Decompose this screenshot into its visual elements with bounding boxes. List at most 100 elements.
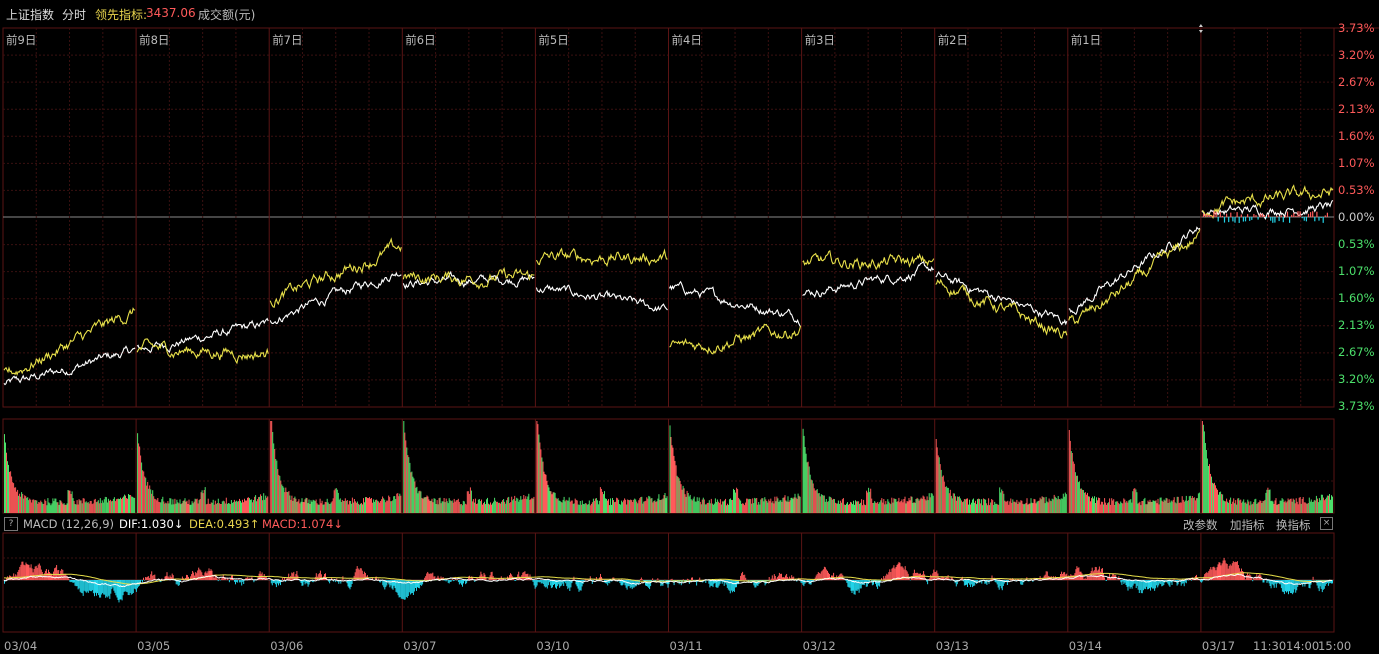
macd-bar xyxy=(967,580,968,587)
volume-bar xyxy=(1089,496,1090,513)
volume-bar xyxy=(867,492,869,513)
volume-bar xyxy=(323,504,325,513)
zero-bar xyxy=(1255,215,1257,217)
volume-bar xyxy=(584,503,586,513)
volume-bar xyxy=(693,496,695,513)
volume-bar xyxy=(372,502,374,513)
volume-bar xyxy=(674,460,676,513)
volume-bar xyxy=(881,498,883,513)
volume-bar xyxy=(1005,501,1007,513)
volume-bar xyxy=(131,496,133,513)
volume-bar xyxy=(340,502,342,513)
volume-bar xyxy=(457,498,459,513)
volume-bar xyxy=(521,499,523,513)
volume-bar xyxy=(139,446,141,513)
volume-bar xyxy=(331,501,333,513)
volume-bar xyxy=(298,499,300,513)
volume-bar xyxy=(596,500,598,513)
zero-bar xyxy=(1259,213,1261,217)
volume-bar xyxy=(532,498,534,513)
macd-bar xyxy=(450,580,452,582)
macd-bar xyxy=(146,577,148,580)
volume-bar xyxy=(65,504,67,513)
macd-bar xyxy=(542,580,544,584)
volume-bar xyxy=(655,501,657,513)
volume-bar xyxy=(493,501,495,513)
volume-bar xyxy=(821,494,823,513)
chart-mode[interactable]: 分时 xyxy=(62,6,86,23)
volume-bar xyxy=(1274,500,1276,513)
volume-bar xyxy=(529,499,531,513)
volume-bar xyxy=(880,500,882,513)
index-name[interactable]: 上证指数 xyxy=(6,6,54,23)
macd-bar xyxy=(776,577,778,580)
volume-bar xyxy=(451,500,453,513)
volume-bar xyxy=(804,447,806,513)
volume-bar xyxy=(69,490,71,513)
volume-bar xyxy=(9,471,10,513)
volume-bar xyxy=(507,497,509,513)
macd-bar xyxy=(304,580,306,585)
macd-bar xyxy=(772,578,774,580)
macd-bar xyxy=(76,580,78,587)
volume-bar xyxy=(1254,499,1256,513)
zero-bar xyxy=(1228,217,1230,223)
volume-bar xyxy=(953,493,955,513)
volume-bar xyxy=(986,503,988,513)
volume-bar xyxy=(271,421,273,513)
volume-bar xyxy=(990,502,992,513)
volume-bar xyxy=(180,504,182,513)
volume-bar xyxy=(232,502,234,513)
volume-bar xyxy=(511,496,513,513)
volume-bar xyxy=(87,502,89,513)
volume-bar xyxy=(875,502,877,513)
volume-bar xyxy=(619,504,621,513)
volume-bar xyxy=(1158,504,1160,513)
macd-bar xyxy=(131,580,133,594)
volume-bar xyxy=(735,492,736,513)
volume-bar xyxy=(842,498,844,513)
volume-bar xyxy=(394,496,396,513)
volume-bar xyxy=(140,455,142,513)
volume-bar xyxy=(1169,502,1171,513)
dif-value: DIF:1.030↓ xyxy=(119,517,184,531)
help-icon[interactable]: ? xyxy=(4,517,18,531)
macd-bar xyxy=(859,580,861,589)
volume-bar xyxy=(1039,497,1041,513)
macd-bar xyxy=(480,571,482,580)
volume-bar xyxy=(599,487,601,513)
volume-bar xyxy=(793,497,795,513)
change-params-button[interactable]: 改参数 xyxy=(1183,517,1218,533)
volume-bar xyxy=(37,503,39,513)
volume-bar xyxy=(1082,490,1084,513)
volume-bar xyxy=(576,500,578,513)
macd-name[interactable]: MACD (12,26,9) xyxy=(23,517,114,531)
volume-bar xyxy=(1191,496,1193,513)
volume-bar xyxy=(1322,497,1324,513)
volume-bar xyxy=(440,503,442,513)
volume-bar xyxy=(806,462,808,513)
volume-bar xyxy=(1317,502,1319,513)
volume-bar xyxy=(877,501,879,513)
volume-bar xyxy=(903,499,905,513)
volume-bar xyxy=(12,482,14,513)
switch-indicator-button[interactable]: 换指标 xyxy=(1276,517,1311,533)
volume-bar xyxy=(1262,501,1264,513)
volume-bar xyxy=(760,499,762,513)
volume-bar xyxy=(47,498,49,513)
macd-bar xyxy=(1109,573,1111,580)
volume-bar xyxy=(381,499,383,513)
volume-bar xyxy=(710,498,712,513)
volume-bar xyxy=(1068,430,1070,513)
volume-bar xyxy=(513,499,515,513)
macd-bar xyxy=(44,570,46,581)
volume-bar xyxy=(407,455,409,513)
volume-bar xyxy=(753,503,755,513)
volume-bar xyxy=(75,504,77,513)
volume-bar xyxy=(166,503,168,513)
macd-bar xyxy=(1237,565,1239,581)
volume-bar xyxy=(1255,498,1257,513)
add-indicator-button[interactable]: 加指标 xyxy=(1230,517,1265,533)
intraday-chart[interactable]: 前9日 前8日 前7日 前6日 前5日 前4日 前3日 前2日 前1日3.73%3.20%2.6… xyxy=(0,0,1379,654)
close-icon[interactable]: × xyxy=(1320,517,1333,530)
